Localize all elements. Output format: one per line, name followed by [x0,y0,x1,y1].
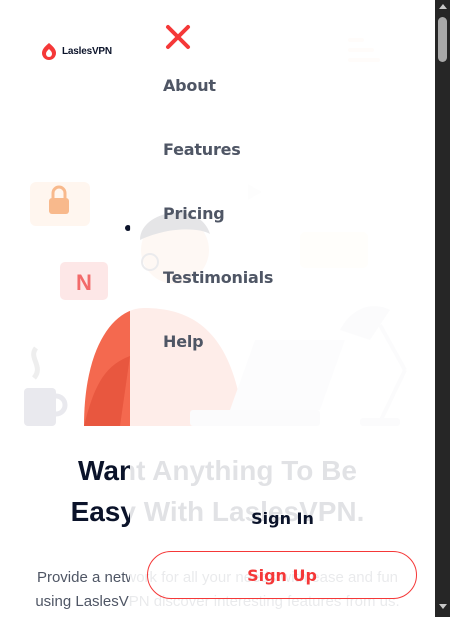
brand-logo[interactable]: LaslesVPN [40,42,112,60]
close-icon[interactable] [165,24,191,50]
menu-item-help[interactable]: Help [163,332,204,351]
menu-item-about[interactable]: About [163,76,216,95]
menu-item-pricing[interactable]: Pricing [163,204,225,223]
netflix-icon: N [76,270,92,295]
brand-name: LaslesVPN [62,45,112,57]
scroll-up-arrow-icon[interactable] [439,4,447,9]
logo-icon [42,43,56,60]
mug [24,388,56,426]
mobile-menu: About Features Pricing Testimonials Help… [130,0,435,617]
lock-icon [49,198,69,214]
scroll-down-arrow-icon[interactable] [439,604,447,609]
vertical-scrollbar[interactable] [435,0,450,617]
menu-item-testimonials[interactable]: Testimonials [163,268,273,287]
scroll-thumb[interactable] [438,17,447,62]
sign-in-link[interactable]: Sign In [130,509,435,528]
landing-page: LaslesVPN N Want Easy Provide a using La… [0,0,435,617]
sign-up-button[interactable]: Sign Up [147,551,417,599]
menu-item-features[interactable]: Features [163,140,241,159]
